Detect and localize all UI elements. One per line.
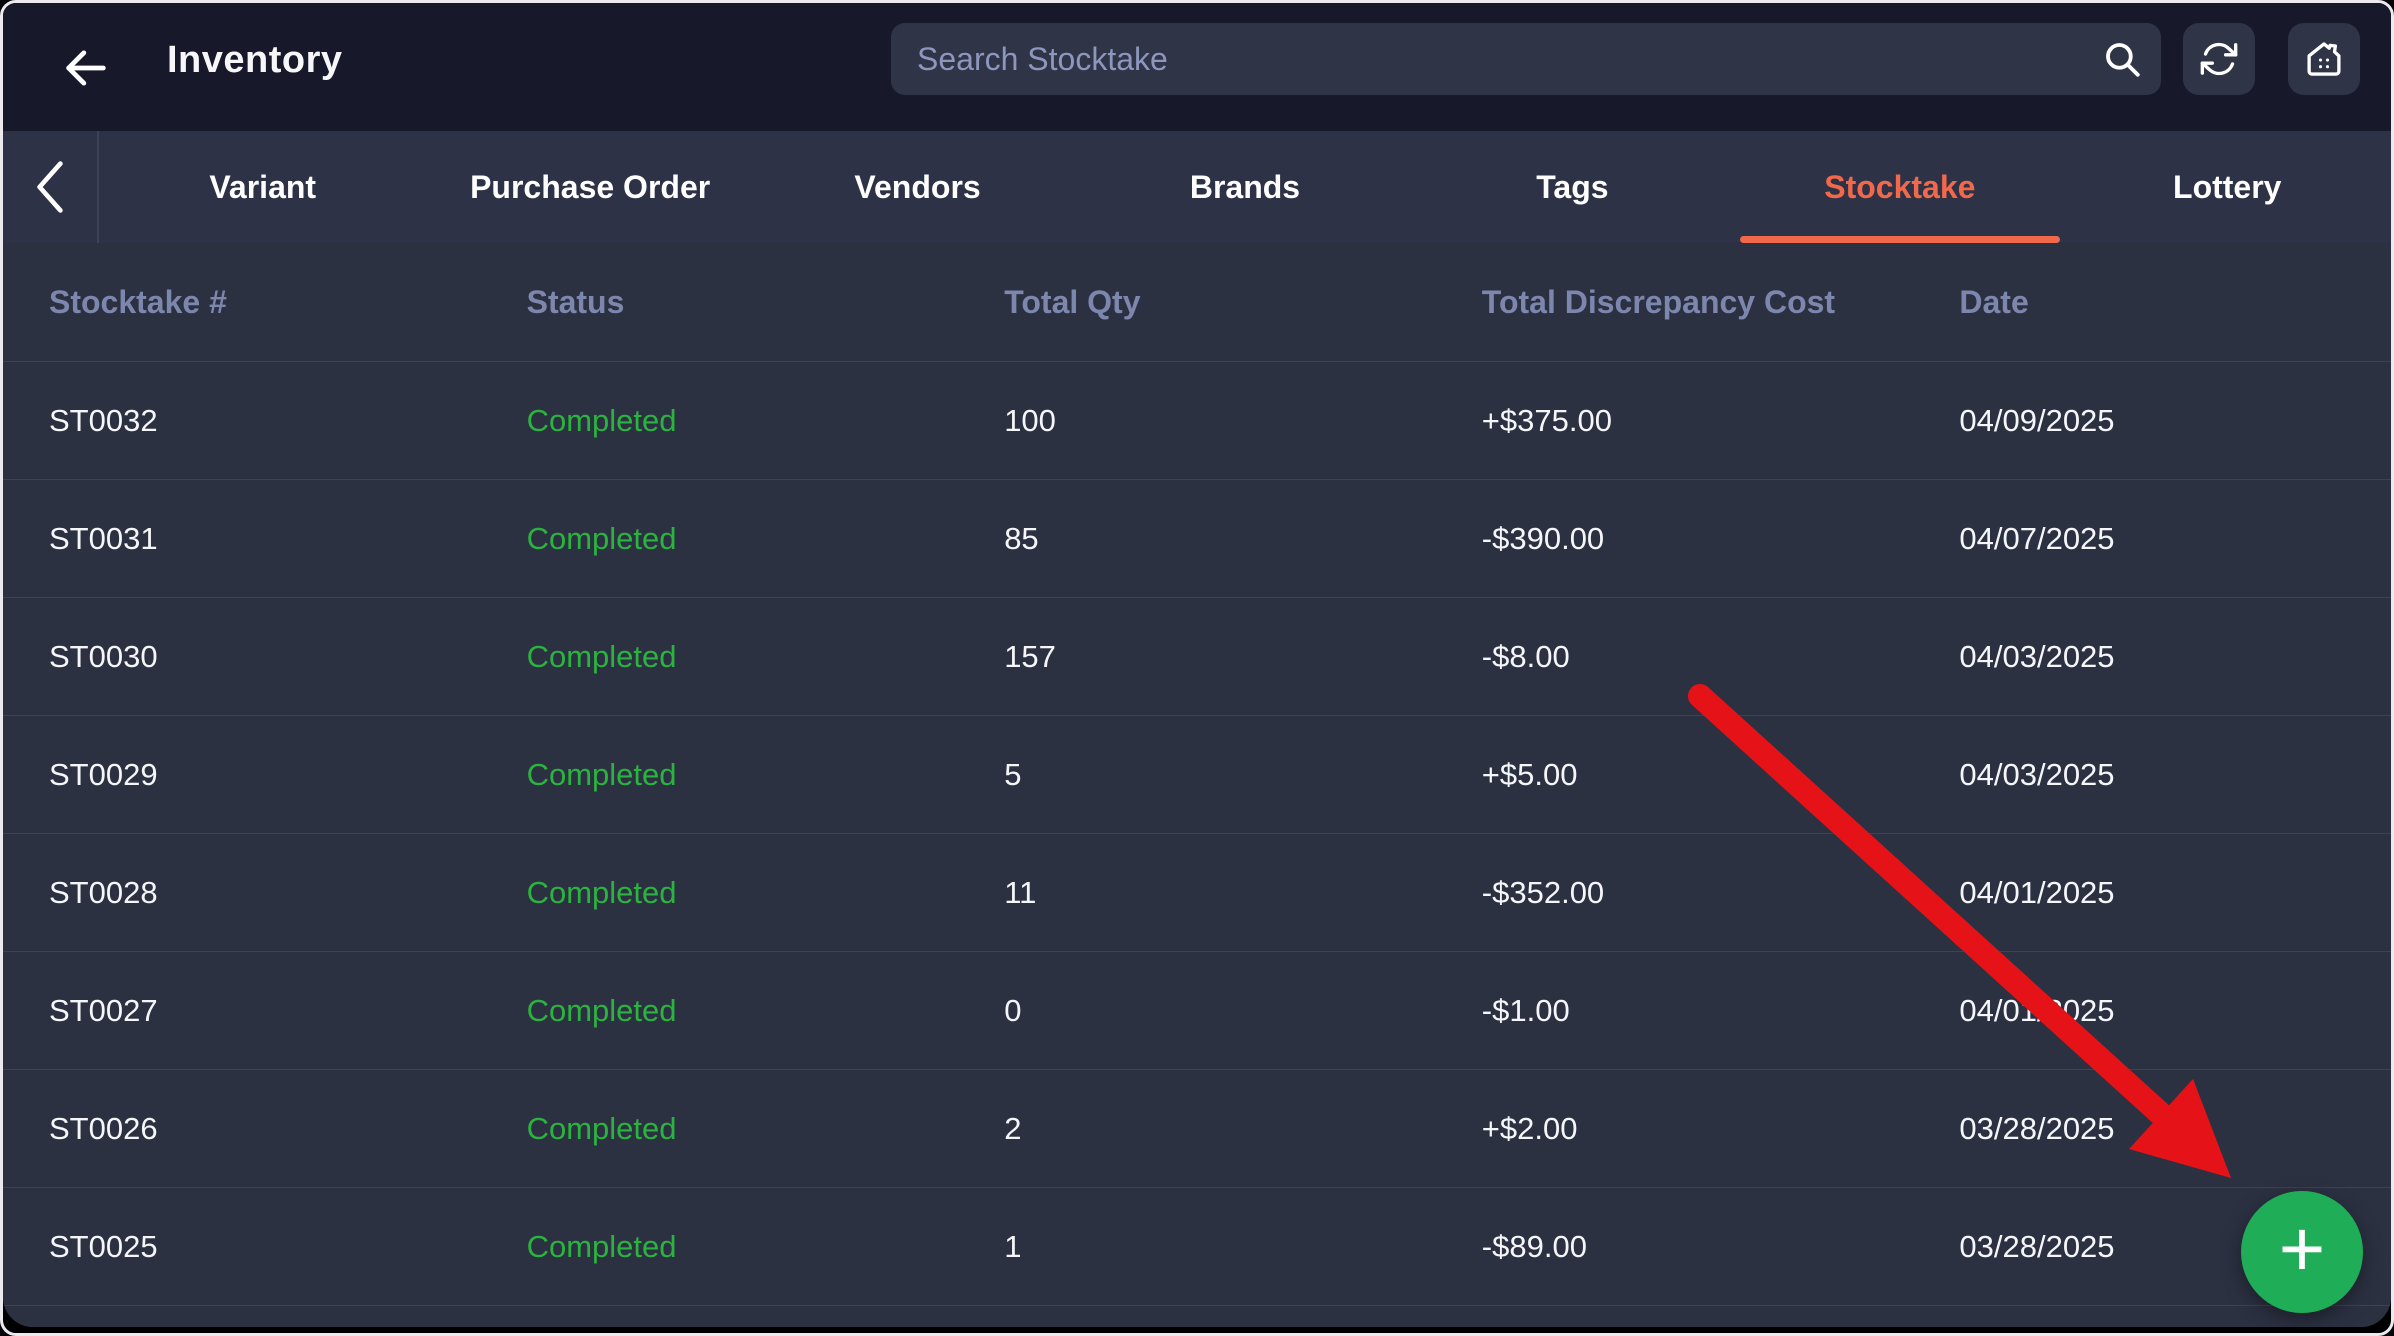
- tab-item[interactable]: Variant: [99, 131, 426, 243]
- column-header: Date: [1913, 284, 2391, 321]
- tab-list: Variant Purchase Order Vendors Brands: [99, 131, 2391, 243]
- partial-next-row: [3, 1305, 2391, 1327]
- inventory-screen: Inventory: [3, 3, 2391, 1327]
- tab-label: Tags: [1536, 169, 1608, 206]
- cell-discrepancy-cost: +$5.00: [1436, 757, 1914, 793]
- table-row[interactable]: ST0029 Completed 5 +$5.00 04/03/2025: [3, 715, 2391, 833]
- tab-label: Stocktake: [1824, 169, 1975, 206]
- cell-stocktake-number: ST0025: [3, 1229, 481, 1265]
- cell-status: Completed: [481, 993, 959, 1029]
- cell-status: Completed: [481, 875, 959, 911]
- cell-status: Completed: [481, 403, 959, 439]
- table-row[interactable]: ST0025 Completed 1 -$89.00 03/28/2025: [3, 1187, 2391, 1305]
- cell-discrepancy-cost: -$8.00: [1436, 639, 1914, 675]
- column-header: Stocktake #: [3, 284, 481, 321]
- column-header: Total Discrepancy Cost: [1436, 284, 1914, 321]
- cell-date: 04/07/2025: [1913, 521, 2391, 557]
- cell-total-qty: 5: [958, 757, 1436, 793]
- tab-bar: Variant Purchase Order Vendors Brands: [3, 131, 2391, 243]
- tab-item[interactable]: Vendors: [754, 131, 1081, 243]
- cell-date: 04/01/2025: [1913, 875, 2391, 911]
- arrow-left-icon: [60, 42, 112, 94]
- tab-label: Lottery: [2173, 169, 2281, 206]
- cell-stocktake-number: ST0032: [3, 403, 481, 439]
- cell-total-qty: 1: [958, 1229, 1436, 1265]
- cell-date: 04/01/2025: [1913, 993, 2391, 1029]
- cell-status: Completed: [481, 757, 959, 793]
- cell-discrepancy-cost: -$1.00: [1436, 993, 1914, 1029]
- refresh-icon: [2199, 39, 2239, 79]
- cell-stocktake-number: ST0029: [3, 757, 481, 793]
- table-row[interactable]: ST0027 Completed 0 -$1.00 04/01/2025: [3, 951, 2391, 1069]
- cell-date: 03/28/2025: [1913, 1111, 2391, 1147]
- app-window: Inventory: [0, 0, 2394, 1336]
- stocktake-table: Stocktake # Status Total Qty Total Discr…: [3, 243, 2391, 1327]
- back-button[interactable]: [51, 33, 121, 103]
- home-grid-icon: [2303, 38, 2345, 80]
- cell-status: Completed: [481, 639, 959, 675]
- tab-item[interactable]: Purchase Order: [426, 131, 753, 243]
- cell-discrepancy-cost: -$352.00: [1436, 875, 1914, 911]
- cell-total-qty: 85: [958, 521, 1436, 557]
- cell-stocktake-number: ST0030: [3, 639, 481, 675]
- plus-icon: +: [2279, 1209, 2326, 1289]
- cell-discrepancy-cost: -$390.00: [1436, 521, 1914, 557]
- cell-total-qty: 100: [958, 403, 1436, 439]
- tab-label: Brands: [1190, 169, 1300, 206]
- cell-date: 04/03/2025: [1913, 639, 2391, 675]
- page-title: Inventory: [167, 39, 343, 82]
- top-bar: Inventory: [3, 3, 2391, 131]
- tab-label: Vendors: [854, 169, 980, 206]
- cell-discrepancy-cost: -$89.00: [1436, 1229, 1914, 1265]
- cell-stocktake-number: ST0028: [3, 875, 481, 911]
- table-row[interactable]: ST0026 Completed 2 +$2.00 03/28/2025: [3, 1069, 2391, 1187]
- tab-label: Variant: [209, 169, 316, 206]
- cell-status: Completed: [481, 1229, 959, 1265]
- cell-stocktake-number: ST0031: [3, 521, 481, 557]
- cell-date: 04/03/2025: [1913, 757, 2391, 793]
- cell-status: Completed: [481, 521, 959, 557]
- table-row[interactable]: ST0028 Completed 11 -$352.00 04/01/2025: [3, 833, 2391, 951]
- refresh-button[interactable]: [2183, 23, 2255, 95]
- column-header: Total Qty: [958, 284, 1436, 321]
- cell-status: Completed: [481, 1111, 959, 1147]
- tab-item[interactable]: Lottery: [2064, 131, 2391, 243]
- cell-total-qty: 157: [958, 639, 1436, 675]
- cell-stocktake-number: ST0026: [3, 1111, 481, 1147]
- table-row[interactable]: ST0031 Completed 85 -$390.00 04/07/2025: [3, 479, 2391, 597]
- tab-item[interactable]: Tags: [1409, 131, 1736, 243]
- cell-date: 04/09/2025: [1913, 403, 2391, 439]
- add-stocktake-button[interactable]: +: [2241, 1191, 2363, 1313]
- table-header-row: Stocktake # Status Total Qty Total Discr…: [3, 243, 2391, 361]
- tabs-scroll-left-button[interactable]: [3, 131, 99, 243]
- search-bar: [891, 23, 2161, 95]
- table-row[interactable]: ST0032 Completed 100 +$375.00 04/09/2025: [3, 361, 2391, 479]
- cell-stocktake-number: ST0027: [3, 993, 481, 1029]
- cell-total-qty: 0: [958, 993, 1436, 1029]
- column-header: Status: [481, 284, 959, 321]
- search-icon[interactable]: [2101, 38, 2143, 80]
- search-input[interactable]: [917, 41, 2101, 78]
- table-row[interactable]: ST0030 Completed 157 -$8.00 04/03/2025: [3, 597, 2391, 715]
- tab-label: Purchase Order: [470, 169, 710, 206]
- tab-item[interactable]: Stocktake: [1736, 131, 2063, 243]
- tab-item[interactable]: Brands: [1081, 131, 1408, 243]
- cell-discrepancy-cost: +$2.00: [1436, 1111, 1914, 1147]
- chevron-left-icon: [33, 161, 67, 213]
- cell-total-qty: 11: [958, 875, 1436, 911]
- home-menu-button[interactable]: [2288, 23, 2360, 95]
- cell-total-qty: 2: [958, 1111, 1436, 1147]
- cell-discrepancy-cost: +$375.00: [1436, 403, 1914, 439]
